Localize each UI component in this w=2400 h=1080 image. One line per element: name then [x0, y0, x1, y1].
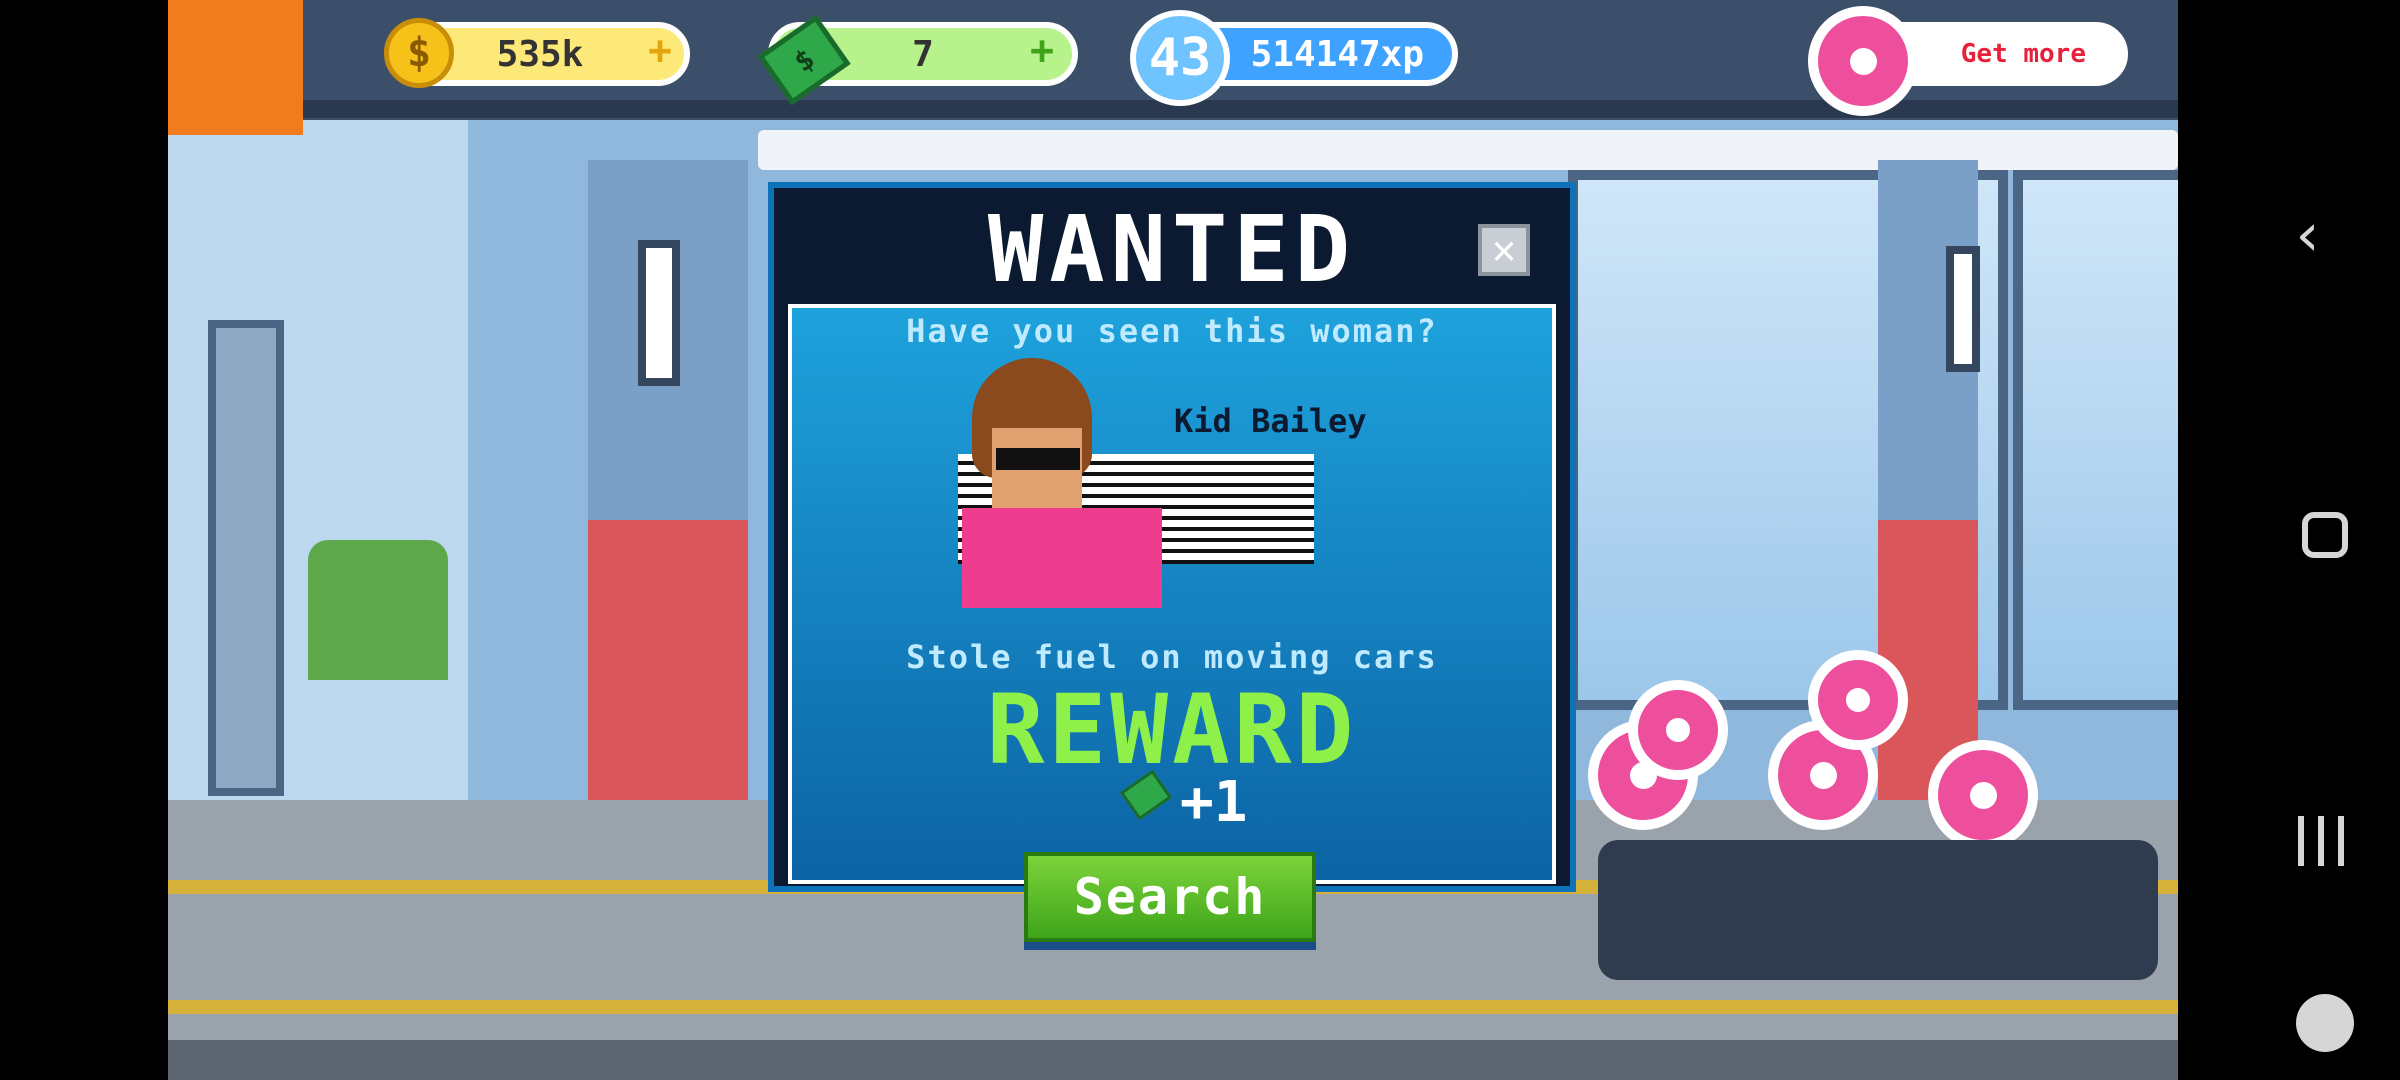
player-avatar[interactable] [168, 0, 303, 135]
crime-text: Stole fuel on moving cars [906, 638, 1438, 676]
donut-icon [1808, 6, 1918, 116]
suspect-portrait [962, 358, 1162, 608]
floor-edge [168, 1040, 2178, 1080]
add-cash-button[interactable]: + [1030, 28, 1054, 74]
search-label: Search [1073, 868, 1267, 926]
coin-icon: $ [384, 18, 454, 88]
bush [308, 540, 448, 680]
donut-icon[interactable] [1928, 740, 2038, 850]
home-icon[interactable] [2302, 512, 2348, 558]
coins-value: 535k [496, 33, 584, 75]
game-tools-icon[interactable] [2296, 994, 2354, 1052]
dialog-title: WANTED [987, 196, 1357, 303]
question-text: Have you seen this woman? [906, 312, 1438, 350]
level-badge-icon: 43 [1130, 10, 1230, 106]
pillar-left-base [588, 520, 748, 810]
wanted-dialog: WANTED ✕ Have you seen this woman? Kid B… [768, 182, 1576, 892]
donut-icon[interactable] [1628, 680, 1728, 780]
back-icon[interactable]: ‹ [2290, 200, 2326, 270]
suspect-name: Kid Bailey [1174, 402, 1367, 440]
donut-icon[interactable] [1808, 650, 1908, 750]
enemy-group [1598, 840, 2158, 980]
close-icon[interactable]: ✕ [1478, 224, 1530, 276]
wall-screen-left [638, 240, 680, 386]
get-more-label: Get more [1960, 39, 2086, 69]
system-nav-bar [2178, 0, 2400, 1080]
xp-value: 514147xp [1250, 33, 1424, 75]
level-value: 43 [1148, 28, 1212, 88]
reward-label: REWARD [986, 674, 1358, 786]
left-door [208, 320, 284, 796]
search-button[interactable]: Search [1024, 852, 1316, 942]
cash-value: 7 [912, 33, 934, 75]
window-right [2013, 170, 2178, 710]
reward-amount: +1 [1180, 770, 1248, 835]
add-coins-button[interactable]: + [648, 28, 672, 74]
floor-stripe-lower [168, 1000, 2178, 1014]
wall-screen-right [1946, 246, 1980, 372]
recents-icon[interactable] [2298, 816, 2346, 866]
